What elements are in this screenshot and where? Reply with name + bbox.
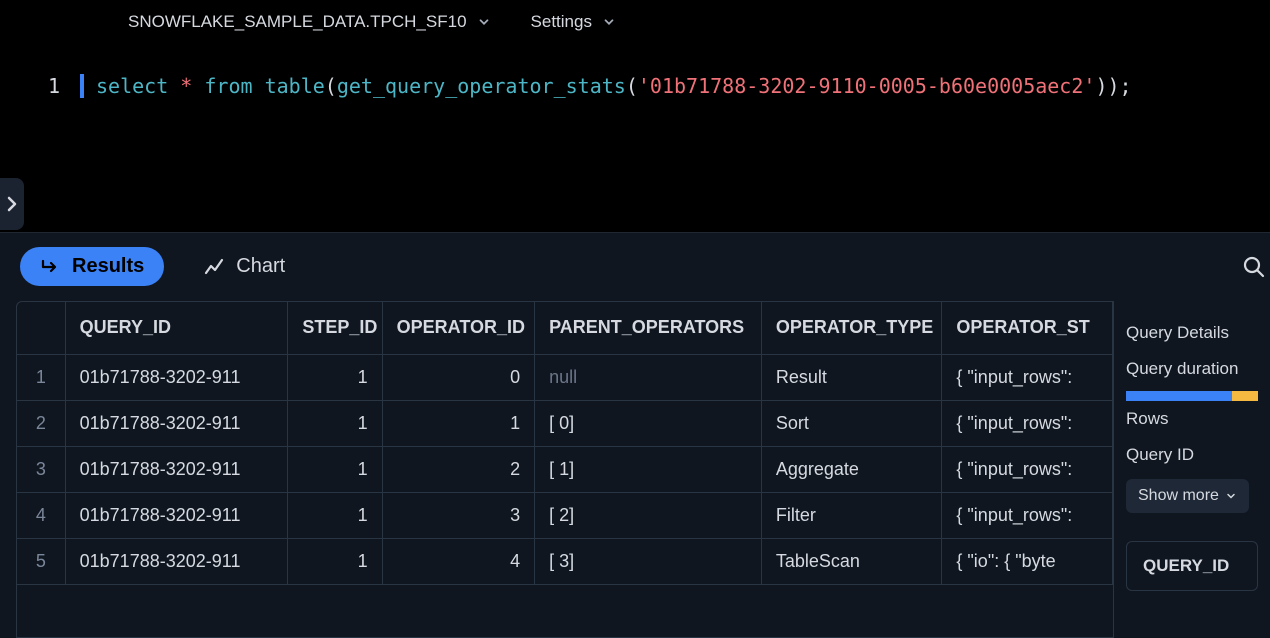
cell-operator-id: 2 xyxy=(382,446,534,492)
tab-chart[interactable]: Chart xyxy=(184,247,305,286)
cell-operator-stats: { "input_rows": xyxy=(942,400,1113,446)
query-duration-bar xyxy=(1126,391,1258,401)
table-row[interactable]: 201b71788-3202-91111[ 0]Sort{ "input_row… xyxy=(17,400,1113,446)
chart-line-icon xyxy=(204,257,226,277)
rownum-cell: 1 xyxy=(17,354,65,400)
results-grid[interactable]: QUERY_ID STEP_ID OPERATOR_ID PARENT_OPER… xyxy=(16,301,1114,638)
chevron-right-icon xyxy=(6,195,18,213)
chevron-down-icon xyxy=(477,15,491,29)
token-fn: get_query_operator_stats xyxy=(337,74,626,98)
header-row: QUERY_ID STEP_ID OPERATOR_ID PARENT_OPER… xyxy=(17,302,1113,354)
cell-query-id: 01b71788-3202-911 xyxy=(65,354,288,400)
cell-operator-stats: { "io": { "byte xyxy=(942,538,1113,584)
cell-operator-id: 0 xyxy=(382,354,534,400)
table-row[interactable]: 101b71788-3202-91110nullResult{ "input_r… xyxy=(17,354,1113,400)
col-operator-type[interactable]: OPERATOR_TYPE xyxy=(761,302,942,354)
token-paren: ( xyxy=(626,74,638,98)
cell-operator-stats: { "input_rows": xyxy=(942,354,1113,400)
table-row[interactable]: 401b71788-3202-91113[ 2]Filter{ "input_r… xyxy=(17,492,1113,538)
cell-operator-type: Filter xyxy=(761,492,942,538)
cell-query-id: 01b71788-3202-911 xyxy=(65,446,288,492)
editor-cursor xyxy=(80,74,84,98)
detail-query-id-card[interactable]: QUERY_ID xyxy=(1126,541,1258,591)
cell-query-id: 01b71788-3202-911 xyxy=(65,400,288,446)
col-query-id[interactable]: QUERY_ID xyxy=(65,302,288,354)
code-line: select * from table ( get_query_operator… xyxy=(80,74,1132,98)
cell-operator-stats: { "input_rows": xyxy=(942,446,1113,492)
cell-parent-operators: [ 3] xyxy=(535,538,762,584)
show-more-label: Show more xyxy=(1138,487,1219,505)
settings-menu[interactable]: Settings xyxy=(531,12,616,32)
chevron-down-icon xyxy=(1225,490,1237,502)
tab-results-label: Results xyxy=(72,255,144,278)
tab-chart-label: Chart xyxy=(236,255,285,278)
rownum-cell: 4 xyxy=(17,492,65,538)
search-button[interactable] xyxy=(1242,255,1266,279)
cell-parent-operators: null xyxy=(535,354,762,400)
cell-step-id: 1 xyxy=(288,354,382,400)
chevron-down-icon xyxy=(602,15,616,29)
cell-operator-id: 4 xyxy=(382,538,534,584)
rows-label: Rows xyxy=(1126,401,1258,437)
cell-query-id: 01b71788-3202-911 xyxy=(65,492,288,538)
database-name: SNOWFLAKE_SAMPLE_DATA.TPCH_SF10 xyxy=(128,12,467,32)
query-duration-label: Query duration xyxy=(1126,351,1258,387)
show-more-button[interactable]: Show more xyxy=(1126,479,1249,513)
sql-editor[interactable]: 1 select * from table ( get_query_operat… xyxy=(0,44,1270,184)
col-parent-operators[interactable]: PARENT_OPERATORS xyxy=(535,302,762,354)
cell-operator-type: Aggregate xyxy=(761,446,942,492)
cell-step-id: 1 xyxy=(288,400,382,446)
cell-query-id: 01b71788-3202-911 xyxy=(65,538,288,584)
col-step-id[interactable]: STEP_ID xyxy=(288,302,382,354)
settings-label: Settings xyxy=(531,12,592,32)
cell-step-id: 1 xyxy=(288,446,382,492)
duration-segment-primary xyxy=(1126,391,1232,401)
panel-expand-handle[interactable] xyxy=(0,178,24,230)
col-operator-stats[interactable]: OPERATOR_ST xyxy=(942,302,1113,354)
cell-operator-type: Result xyxy=(761,354,942,400)
duration-segment-secondary xyxy=(1232,391,1258,401)
details-title: Query Details xyxy=(1126,315,1258,351)
detail-query-id-col: QUERY_ID xyxy=(1143,556,1229,575)
token-paren: )); xyxy=(1095,74,1131,98)
cell-parent-operators: [ 0] xyxy=(535,400,762,446)
arrow-return-icon xyxy=(40,257,62,277)
cell-step-id: 1 xyxy=(288,492,382,538)
results-panel: Results Chart QUERY_ID STEP_ID xyxy=(0,232,1270,638)
token-paren: ( xyxy=(325,74,337,98)
query-id-label: Query ID xyxy=(1126,437,1258,473)
token-string: '01b71788-3202-9110-0005-b60e0005aec2' xyxy=(638,74,1096,98)
col-operator-id[interactable]: OPERATOR_ID xyxy=(382,302,534,354)
token-select: select xyxy=(96,74,168,98)
cell-operator-stats: { "input_rows": xyxy=(942,492,1113,538)
tab-results[interactable]: Results xyxy=(20,247,164,286)
query-details-panel: Query Details Query duration Rows Query … xyxy=(1114,301,1270,638)
cell-operator-type: Sort xyxy=(761,400,942,446)
cell-parent-operators: [ 2] xyxy=(535,492,762,538)
cell-step-id: 1 xyxy=(288,538,382,584)
token-table: table xyxy=(253,74,325,98)
rownum-cell: 3 xyxy=(17,446,65,492)
token-star: * xyxy=(168,74,204,98)
database-selector[interactable]: SNOWFLAKE_SAMPLE_DATA.TPCH_SF10 xyxy=(128,12,491,32)
cell-operator-id: 1 xyxy=(382,400,534,446)
table-row[interactable]: 301b71788-3202-91112[ 1]Aggregate{ "inpu… xyxy=(17,446,1113,492)
search-icon xyxy=(1242,255,1266,279)
table-row[interactable]: 501b71788-3202-91114[ 3]TableScan{ "io":… xyxy=(17,538,1113,584)
gutter-line-number: 1 xyxy=(0,74,80,98)
rownum-header xyxy=(17,302,65,354)
token-from: from xyxy=(204,74,252,98)
cell-operator-id: 3 xyxy=(382,492,534,538)
cell-parent-operators: [ 1] xyxy=(535,446,762,492)
rownum-cell: 2 xyxy=(17,400,65,446)
rownum-cell: 5 xyxy=(17,538,65,584)
cell-operator-type: TableScan xyxy=(761,538,942,584)
